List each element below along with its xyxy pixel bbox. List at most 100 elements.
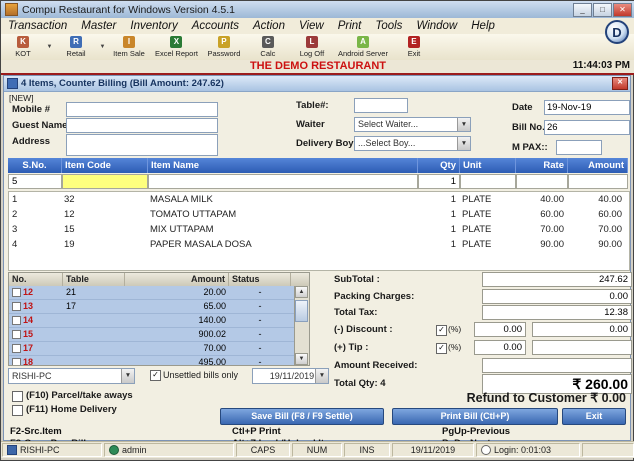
billing-close-button[interactable]: ✕ bbox=[612, 77, 628, 90]
bill-checkbox[interactable] bbox=[12, 316, 21, 325]
close-button[interactable]: ✕ bbox=[613, 3, 632, 17]
item-amount: 40.00 bbox=[567, 192, 625, 207]
save-bill-button[interactable]: Save Bill (F8 / F9 Settle) bbox=[220, 408, 384, 425]
bill-checkbox[interactable] bbox=[12, 344, 21, 353]
item-row[interactable]: 4 19 PAPER MASALA DOSA 1 PLATE 90.00 90.… bbox=[9, 237, 629, 252]
header-amount: Amount bbox=[568, 158, 628, 173]
pending-date-input[interactable]: 19/11/2019 ▼ bbox=[252, 368, 329, 384]
amount-received-input[interactable] bbox=[482, 358, 632, 373]
entry-item-name-input[interactable] bbox=[148, 174, 418, 189]
refund-label: Refund to Customer ₹ 0.00 bbox=[404, 390, 626, 405]
pax-input[interactable] bbox=[556, 140, 602, 155]
menu-tools[interactable]: Tools bbox=[368, 20, 409, 32]
menu-help[interactable]: Help bbox=[464, 20, 502, 32]
maximize-button[interactable]: □ bbox=[593, 3, 612, 17]
item-row[interactable]: 2 12 TOMATO UTTAPAM 1 PLATE 60.00 60.00 bbox=[9, 207, 629, 222]
guest-name-input[interactable] bbox=[66, 118, 218, 133]
address-input[interactable] bbox=[66, 134, 218, 156]
delivery-boy-select[interactable]: ...Select Boy... ▼ bbox=[354, 136, 471, 151]
menu-action[interactable]: Action bbox=[246, 20, 292, 32]
waiter-select[interactable]: Select Waiter... ▼ bbox=[354, 117, 471, 132]
exit-bill-button[interactable]: Exit bbox=[562, 408, 626, 425]
discount-percent-checkbox[interactable]: ✓ bbox=[436, 325, 447, 336]
minimize-button[interactable]: _ bbox=[573, 3, 592, 17]
bill-checkbox[interactable] bbox=[12, 288, 21, 297]
android-server-button[interactable]: A Android Server bbox=[334, 34, 392, 60]
tip-amount-input[interactable] bbox=[532, 340, 632, 355]
menu-master[interactable]: Master bbox=[74, 20, 123, 32]
kot-icon: K bbox=[17, 36, 29, 48]
delivery-dropdown-arrow-icon[interactable]: ▼ bbox=[457, 137, 470, 150]
exit-button-toolbar[interactable]: E Exit bbox=[392, 34, 436, 60]
menu-window[interactable]: Window bbox=[409, 20, 464, 32]
item-sale-button[interactable]: I Item Sale bbox=[107, 34, 151, 60]
status-filler bbox=[582, 443, 634, 457]
menu-print[interactable]: Print bbox=[331, 20, 369, 32]
item-code: 32 bbox=[61, 192, 147, 207]
retail-button[interactable]: R Retail bbox=[54, 34, 98, 60]
pending-row[interactable]: 15 900.02 - bbox=[9, 328, 309, 342]
kot-button[interactable]: K KOT bbox=[1, 34, 45, 60]
date-spinner-icon[interactable]: ▼ bbox=[315, 369, 328, 383]
scroll-up-icon[interactable]: ▲ bbox=[295, 286, 308, 298]
pending-row[interactable]: 17 70.00 - bbox=[9, 342, 309, 356]
item-row[interactable]: 3 15 MIX UTTAPAM 1 PLATE 70.00 70.00 bbox=[9, 222, 629, 237]
item-entry-row: 5 bbox=[8, 174, 628, 189]
date-input[interactable] bbox=[544, 100, 630, 115]
bill-checkbox[interactable] bbox=[12, 330, 21, 339]
scroll-thumb[interactable] bbox=[295, 300, 308, 322]
table-input[interactable] bbox=[354, 98, 408, 113]
mobile-input[interactable] bbox=[66, 102, 218, 117]
pending-row[interactable]: 13 17 65.00 - bbox=[9, 300, 309, 314]
logoff-button[interactable]: L Log Off bbox=[290, 34, 334, 60]
bill-no-input[interactable] bbox=[544, 120, 630, 135]
tip-percent-input[interactable] bbox=[474, 340, 526, 355]
status-ins: INS bbox=[344, 443, 390, 457]
print-bill-button[interactable]: Print Bill (Ctl+P) bbox=[392, 408, 558, 425]
discount-amount-input[interactable] bbox=[532, 322, 632, 337]
password-button[interactable]: P Password bbox=[202, 34, 246, 60]
status-user-name: admin bbox=[122, 445, 147, 455]
f10-parcel-checkbox[interactable] bbox=[12, 391, 23, 402]
bill-checkbox[interactable] bbox=[12, 302, 21, 311]
delivery-boy-value: ...Select Boy... bbox=[358, 138, 415, 148]
item-name: MIX UTTAPAM bbox=[147, 222, 417, 237]
pending-scrollbar[interactable]: ▲ ▼ bbox=[294, 286, 309, 365]
entry-qty-input[interactable] bbox=[418, 174, 460, 189]
computer-select[interactable]: RISHI-PC ▼ bbox=[8, 368, 135, 384]
discount-percent-label: (%) bbox=[448, 324, 461, 334]
menu-view[interactable]: View bbox=[292, 20, 331, 32]
tip-percent-label: (%) bbox=[448, 342, 461, 352]
tip-percent-checkbox[interactable]: ✓ bbox=[436, 343, 447, 354]
menu-inventory[interactable]: Inventory bbox=[123, 20, 184, 32]
scroll-down-icon[interactable]: ▼ bbox=[295, 353, 308, 365]
pending-row[interactable]: 18 495.00 - bbox=[9, 356, 309, 366]
calc-button[interactable]: C Calc bbox=[246, 34, 290, 60]
waiter-label: Waiter bbox=[296, 119, 325, 130]
unsettled-checkbox[interactable]: ✓ bbox=[150, 370, 161, 381]
item-row[interactable]: 1 32 MASALA MILK 1 PLATE 40.00 40.00 bbox=[9, 192, 629, 207]
billing-titlebar: 4 Items, Counter Billing (Bill Amount: 2… bbox=[4, 76, 630, 92]
bill-checkbox[interactable] bbox=[12, 358, 21, 366]
item-sale-label: Item Sale bbox=[113, 49, 145, 58]
entry-item-code-input[interactable] bbox=[62, 174, 148, 189]
excel-report-button[interactable]: X Excel Report bbox=[151, 34, 202, 60]
android-icon: A bbox=[357, 36, 369, 48]
pending-row[interactable]: 14 140.00 - bbox=[9, 314, 309, 328]
waiter-dropdown-arrow-icon[interactable]: ▼ bbox=[457, 118, 470, 131]
pending-status: - bbox=[229, 356, 291, 366]
computer-dropdown-arrow-icon[interactable]: ▼ bbox=[121, 369, 134, 383]
pending-row[interactable]: 12 21 20.00 - bbox=[9, 286, 309, 300]
menu-transaction[interactable]: Transaction bbox=[1, 20, 74, 32]
f11-home-delivery-checkbox[interactable] bbox=[12, 405, 23, 416]
hint-f2: F2-Src.Item bbox=[10, 426, 62, 437]
discount-percent-input[interactable] bbox=[474, 322, 526, 337]
pending-no: 17 bbox=[23, 343, 33, 353]
tip-label: (+) Tip : bbox=[334, 342, 368, 353]
menu-accounts[interactable]: Accounts bbox=[185, 20, 246, 32]
retail-dropdown-arrow-icon[interactable]: ▼ bbox=[98, 36, 107, 58]
amount-received-label: Amount Received: bbox=[334, 360, 417, 371]
kot-dropdown-arrow-icon[interactable]: ▼ bbox=[45, 36, 54, 58]
header-rate: Rate bbox=[516, 158, 568, 173]
status-num: NUM bbox=[292, 443, 342, 457]
